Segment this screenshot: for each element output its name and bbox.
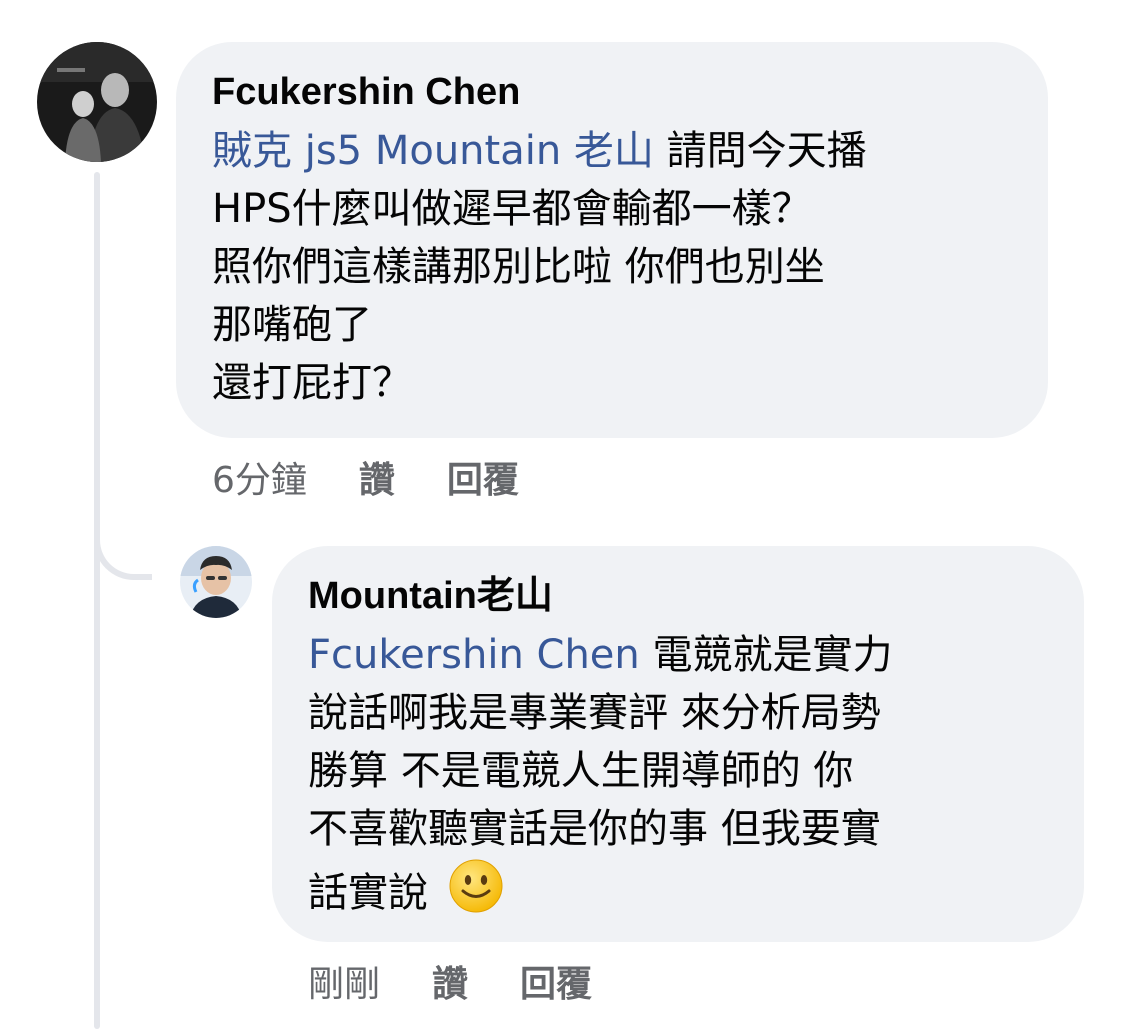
comment-bubble: Fcukershin Chen 賊克 js5 Mountain 老山 請問今天播…: [176, 42, 1048, 438]
like-button[interactable]: 讚: [359, 451, 395, 503]
reply-line: 勝算 不是電競人生開導師的 你: [308, 748, 854, 794]
reply-body: Fcukershin Chen 電競就是實力 說話啊我是專業賽評 來分析局勢 勝…: [308, 626, 1048, 916]
comment-line: 那嘴砲了: [212, 302, 372, 348]
reply-line: 不喜歡聽實話是你的事 但我要實: [308, 806, 881, 852]
slightly-smiling-face-icon: [448, 858, 504, 930]
reply-button[interactable]: 回覆: [447, 451, 519, 503]
mention-link[interactable]: Fcukershin Chen: [308, 632, 640, 678]
comment-thread: Fcukershin Chen 賊克 js5 Mountain 老山 請問今天播…: [0, 0, 1125, 1029]
reply-line: Fcukershin Chen 電競就是實力: [308, 626, 1048, 684]
reply-text: 電競就是實力: [639, 632, 893, 678]
mention-link[interactable]: 賊克 js5 Mountain 老山: [212, 128, 654, 174]
replier-avatar[interactable]: [180, 546, 252, 618]
reply-bubble: Mountain老山 Fcukershin Chen 電競就是實力 說話啊我是專…: [272, 546, 1084, 942]
profile-photo-icon: [37, 42, 157, 162]
like-button[interactable]: 讚: [432, 955, 468, 1007]
commenter-avatar[interactable]: [37, 42, 157, 162]
reply-connector-curve: [94, 500, 152, 580]
reply-author-name[interactable]: Mountain老山: [308, 574, 1048, 618]
comment-line: 照你們這樣講那別比啦 你們也別坐: [212, 244, 825, 290]
comment-line: 賊克 js5 Mountain 老山 請問今天播: [212, 122, 1012, 180]
reply-text: 話實說: [308, 870, 428, 916]
comment-author-name[interactable]: Fcukershin Chen: [212, 70, 1012, 114]
comment-line: HPS什麼叫做遲早都會輸都一樣？: [212, 186, 812, 232]
comment-line: 還打屁打？: [212, 360, 412, 406]
reply-actions: 剛剛 讚 回覆: [308, 956, 644, 1006]
reply-button[interactable]: 回覆: [520, 955, 592, 1007]
comment-body: 賊克 js5 Mountain 老山 請問今天播 HPS什麼叫做遲早都會輸都一樣…: [212, 122, 1012, 412]
reply-line: 說話啊我是專業賽評 來分析局勢: [308, 690, 881, 736]
comment-timestamp[interactable]: 6分鐘: [212, 451, 307, 503]
thread-connector-line: [94, 172, 100, 1029]
reply-line: 話實說: [308, 858, 1048, 916]
reply-timestamp[interactable]: 剛剛: [308, 955, 380, 1007]
profile-photo-icon: [180, 546, 252, 618]
comment-text: 請問今天播: [653, 128, 867, 174]
comment-actions: 6分鐘 讚 回覆: [212, 452, 571, 502]
